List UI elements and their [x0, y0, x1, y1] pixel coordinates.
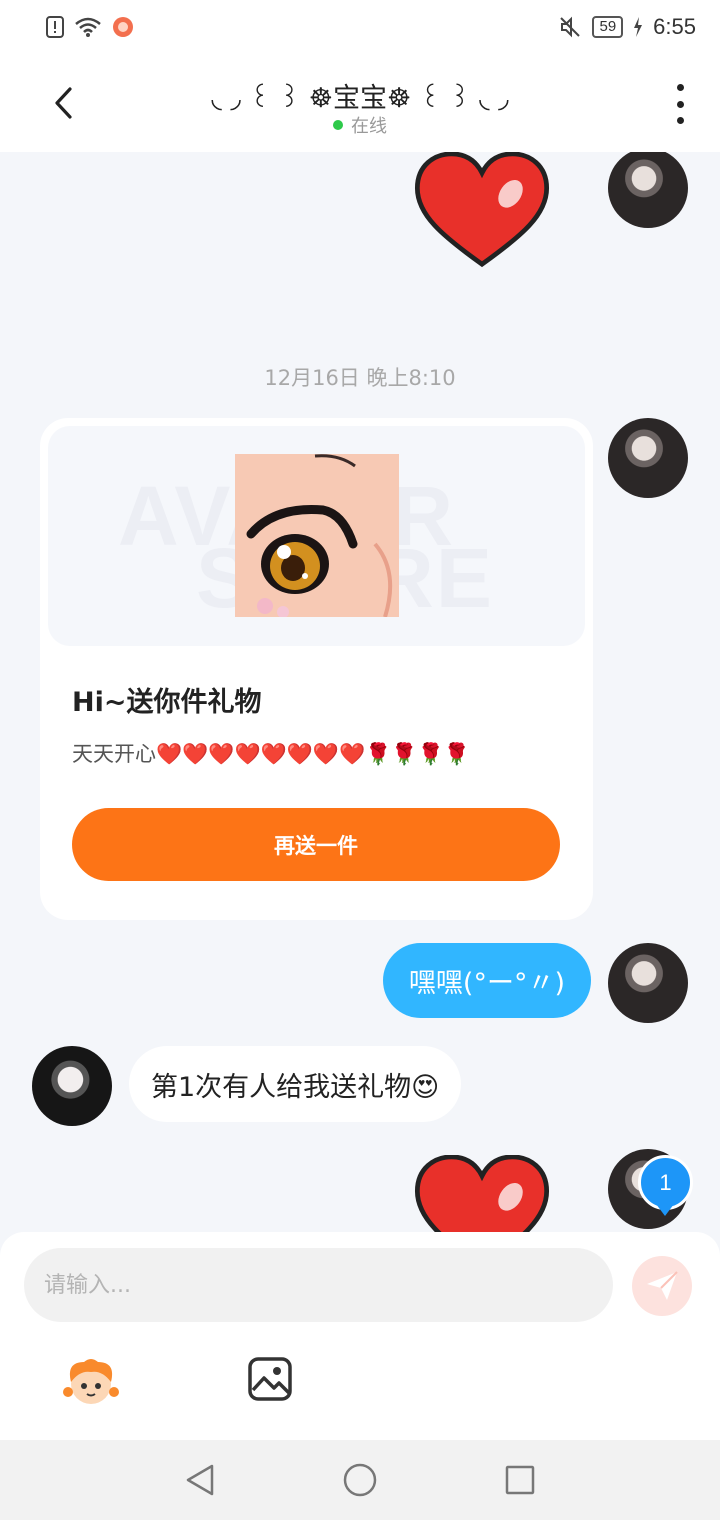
- status-icons-left: [46, 16, 134, 38]
- heart-sticker[interactable]: [410, 152, 554, 268]
- send-another-gift-button[interactable]: 再送一件: [72, 808, 560, 881]
- contact-avatar[interactable]: [32, 1046, 112, 1126]
- nav-recents-button[interactable]: [500, 1460, 540, 1500]
- nav-home-icon: [343, 1463, 377, 1497]
- paper-plane-icon: [647, 1271, 678, 1300]
- app-notification-icon: [113, 17, 133, 37]
- my-avatar[interactable]: [608, 943, 688, 1023]
- wifi-icon: [75, 17, 101, 37]
- image-icon: [248, 1357, 292, 1401]
- online-status: 在线: [0, 112, 720, 138]
- notification-alert-icon: [46, 16, 64, 38]
- status-bar: 59 6:55: [0, 0, 720, 58]
- gift-image[interactable]: [235, 454, 399, 617]
- send-button[interactable]: [632, 1256, 692, 1316]
- heart-sticker[interactable]: [410, 1155, 554, 1232]
- more-dot: [676, 117, 684, 124]
- image-picker-button[interactable]: [247, 1356, 293, 1402]
- my-avatar[interactable]: [608, 418, 688, 498]
- nav-home-button[interactable]: [340, 1460, 380, 1500]
- input-panel: [0, 1232, 720, 1440]
- gift-card[interactable]: AVATAR STORE Hi~送你件礼物 天天开心❤️: [40, 418, 593, 920]
- status-icons-right: 59 6:55: [558, 14, 696, 40]
- more-vertical-icon: [676, 84, 684, 91]
- chat-title: ◟ ◞ ꒰ ꒱ ☸宝宝☸ ꒰ ꒱ ◟ ◞: [211, 83, 509, 114]
- nav-back-icon: [186, 1464, 214, 1496]
- system-navigation-bar: [0, 1440, 720, 1520]
- mascot-emoji-icon: [63, 1359, 119, 1404]
- anime-eye-illustration: [235, 454, 399, 617]
- message-bubble-sent[interactable]: 嘿嘿(°ー°〃): [382, 943, 591, 1018]
- badge-tail: [656, 1204, 674, 1216]
- my-avatar[interactable]: [608, 152, 688, 228]
- battery-indicator: 59: [592, 16, 624, 38]
- chat-area[interactable]: 12月16日 晚上8:10 AVATAR STORE: [0, 152, 720, 1232]
- nav-back-button[interactable]: [180, 1460, 220, 1500]
- nav-recents-icon: [505, 1465, 535, 1495]
- gift-title: Hi~送你件礼物: [72, 687, 262, 718]
- message-bubble-received[interactable]: 第1次有人给我送礼物😍: [129, 1046, 462, 1122]
- mute-icon: [560, 16, 581, 38]
- more-options-button[interactable]: [670, 84, 690, 124]
- online-status-label: 在线: [351, 116, 387, 137]
- message-input[interactable]: [24, 1248, 613, 1322]
- unread-count-badge[interactable]: 1: [638, 1155, 693, 1210]
- gift-banner: AVATAR STORE: [48, 426, 585, 646]
- status-time: 6:55: [653, 14, 696, 39]
- chat-header: ◟ ◞ ꒰ ꒱ ☸宝宝☸ ꒰ ꒱ ◟ ◞ 在线: [0, 58, 720, 152]
- more-dot: [676, 100, 684, 108]
- gift-description: 天天开心❤️❤️❤️❤️❤️❤️❤️❤️🌹🌹🌹🌹: [72, 742, 470, 766]
- online-dot-icon: [333, 120, 343, 130]
- message-timestamp: 12月16日 晚上8:10: [264, 366, 456, 390]
- charging-icon: [634, 17, 643, 37]
- emoji-button[interactable]: [62, 1356, 120, 1406]
